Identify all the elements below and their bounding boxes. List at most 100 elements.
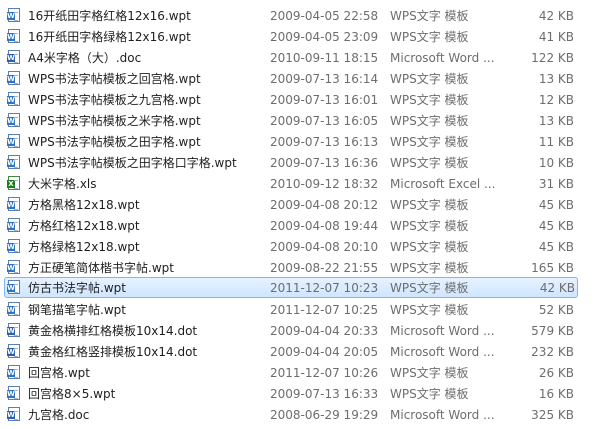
file-row[interactable]: W 回宫格.wpt 2011-12-07 10:26 WPS文字 模板 26 KB xyxy=(0,362,600,383)
file-date-modified: 2011-12-07 10:23 xyxy=(270,280,379,295)
file-row[interactable]: W 方格红格12x18.wpt 2009-04-08 19:44 WPS文字 模板 45… xyxy=(0,215,600,236)
file-size: 11 KB xyxy=(538,134,574,149)
file-date-modified: 2009-07-13 16:33 xyxy=(270,386,379,401)
wps-document-icon: W xyxy=(7,260,20,274)
file-date-modified: 2009-04-08 19:44 xyxy=(270,218,379,233)
file-size: 52 KB xyxy=(538,302,574,317)
file-type: WPS文字 模板 xyxy=(390,387,469,401)
file-size: 13 KB xyxy=(538,71,574,86)
file-type: WPS文字 模板 xyxy=(390,93,469,107)
file-type: WPS文字 模板 xyxy=(390,281,469,295)
file-size: 31 KB xyxy=(538,176,574,191)
file-date-modified: 2009-04-04 20:33 xyxy=(270,323,379,338)
file-name: 方格红格12x18.wpt xyxy=(28,219,140,233)
file-row[interactable]: W 方格黑格12x18.wpt 2009-04-08 20:12 WPS文字 模板 45… xyxy=(0,194,600,215)
file-name: 黄金格横排红格模板10x14.dot xyxy=(28,324,198,338)
file-size: 122 KB xyxy=(531,50,574,65)
file-row[interactable]: X 大米字格.xls 2010-09-12 18:32 Microsoft Excel… xyxy=(0,173,600,194)
file-row[interactable]: W WPS书法字帖模板之米字格.wpt 2009-07-13 16:05 WPS文字 … xyxy=(0,110,600,131)
file-size: 45 KB xyxy=(538,218,574,233)
file-row[interactable]: W 九宫格.doc 2008-06-29 19:29 Microsoft Word .… xyxy=(0,404,600,425)
wps-document-icon: W xyxy=(7,365,20,379)
file-type: WPS文字 模板 xyxy=(390,219,469,233)
file-row[interactable]: W WPS书法字帖模板之九宫格.wpt 2009-07-13 16:01 WPS文字 … xyxy=(0,89,600,110)
wps-document-icon: W xyxy=(7,386,20,400)
file-date-modified: 2009-08-22 21:55 xyxy=(270,260,379,275)
file-row[interactable]: W 16开纸田字格绿格12x16.wpt 2009-04-05 23:09 WPS文字… xyxy=(0,26,600,47)
file-date-modified: 2009-07-13 16:14 xyxy=(270,71,379,86)
file-list: W 16开纸田字格红格12x16.wpt 2009-04-05 22:58 WPS文字… xyxy=(0,0,600,429)
word-document-icon: W xyxy=(7,50,20,64)
file-name: 方格黑格12x18.wpt xyxy=(28,198,140,212)
file-date-modified: 2009-04-04 20:05 xyxy=(270,344,379,359)
file-row[interactable]: W 方正硬笔简体楷书字帖.wpt 2009-08-22 21:55 WPS文字 模板 1… xyxy=(0,257,600,278)
file-size: 10 KB xyxy=(538,155,574,170)
file-row[interactable]: W 仿古书法字帖.wpt 2011-12-07 10:23 WPS文字 模板 42 KB xyxy=(4,277,578,298)
file-name: 回宫格.wpt xyxy=(28,366,90,380)
file-type: WPS文字 模板 xyxy=(390,198,469,212)
word-document-icon: W xyxy=(7,344,20,358)
wps-document-icon: W xyxy=(7,113,20,127)
file-row[interactable]: W WPS书法字帖模板之田字格口字格.wpt 2009-07-13 16:36 WPS… xyxy=(0,152,600,173)
file-date-modified: 2009-07-13 16:13 xyxy=(270,134,379,149)
file-size: 26 KB xyxy=(538,365,574,380)
word-document-icon: W xyxy=(7,407,20,421)
file-type: WPS文字 模板 xyxy=(390,156,469,170)
file-row[interactable]: W 方格绿格12x18.wpt 2009-04-08 20:10 WPS文字 模板 45… xyxy=(0,236,600,257)
file-name: 九宫格.doc xyxy=(28,408,90,422)
file-date-modified: 2009-07-13 16:05 xyxy=(270,113,379,128)
file-row[interactable]: W 黄金格横排红格模板10x14.dot 2009-04-04 20:33 Micro… xyxy=(0,320,600,341)
file-row[interactable]: W 黄金格红格竖排模板10x14.dot 2009-04-04 20:05 Micro… xyxy=(0,341,600,362)
file-name: WPS书法字帖模板之回宫格.wpt xyxy=(28,72,201,86)
word-document-icon: W xyxy=(7,323,20,337)
file-date-modified: 2009-07-13 16:36 xyxy=(270,155,379,170)
file-size: 42 KB xyxy=(538,8,574,23)
file-date-modified: 2011-12-07 10:26 xyxy=(270,365,379,380)
wps-document-icon: W xyxy=(7,218,20,232)
file-name: 方格绿格12x18.wpt xyxy=(28,240,140,254)
file-name: WPS书法字帖模板之米字格.wpt xyxy=(28,114,201,128)
file-type: WPS文字 模板 xyxy=(390,30,469,44)
file-row[interactable]: W 16开纸田字格红格12x16.wpt 2009-04-05 22:58 WPS文字… xyxy=(0,5,600,26)
file-name: 16开纸田字格绿格12x16.wpt xyxy=(28,30,191,44)
file-name: A4米字格（大）.doc xyxy=(28,51,142,65)
file-size: 579 KB xyxy=(531,323,574,338)
file-type: WPS文字 模板 xyxy=(390,261,469,275)
file-date-modified: 2009-04-08 20:12 xyxy=(270,197,379,212)
file-name: 仿古书法字帖.wpt xyxy=(28,281,126,295)
file-size: 13 KB xyxy=(538,113,574,128)
file-date-modified: 2009-04-05 22:58 xyxy=(270,8,379,23)
file-date-modified: 2009-04-05 23:09 xyxy=(270,29,379,44)
file-type: WPS文字 模板 xyxy=(390,72,469,86)
file-row[interactable]: W WPS书法字帖模板之回宫格.wpt 2009-07-13 16:14 WPS文字 … xyxy=(0,68,600,89)
file-name: WPS书法字帖模板之九宫格.wpt xyxy=(28,93,201,107)
file-type: WPS文字 模板 xyxy=(390,303,469,317)
wps-document-icon: W xyxy=(7,71,20,85)
file-size: 16 KB xyxy=(538,386,574,401)
wps-document-icon: W xyxy=(7,29,20,43)
file-size: 12 KB xyxy=(538,92,574,107)
file-type: Microsoft Word ... xyxy=(390,407,495,422)
file-name: 16开纸田字格红格12x16.wpt xyxy=(28,9,191,23)
file-size: 41 KB xyxy=(538,29,574,44)
file-row[interactable]: W WPS书法字帖模板之田字格.wpt 2009-07-13 16:13 WPS文字 … xyxy=(0,131,600,152)
file-name: WPS书法字帖模板之田字格.wpt xyxy=(28,135,201,149)
wps-document-icon: W xyxy=(7,280,20,294)
file-row[interactable]: W 回宫格8×5.wpt 2009-07-13 16:33 WPS文字 模板 16 KB xyxy=(0,383,600,404)
file-name: 钢笔描笔字帖.wpt xyxy=(28,303,126,317)
file-date-modified: 2008-06-29 19:29 xyxy=(270,407,379,422)
file-size: 45 KB xyxy=(538,197,574,212)
file-type: Microsoft Excel ... xyxy=(390,176,496,191)
file-type: WPS文字 模板 xyxy=(390,9,469,23)
file-date-modified: 2009-07-13 16:01 xyxy=(270,92,379,107)
file-row[interactable]: W A4米字格（大）.doc 2010-09-11 18:15 Microsoft W… xyxy=(0,47,600,68)
file-date-modified: 2009-04-08 20:10 xyxy=(270,239,379,254)
file-name: WPS书法字帖模板之田字格口字格.wpt xyxy=(28,156,237,170)
file-type: Microsoft Word ... xyxy=(390,323,495,338)
wps-document-icon: W xyxy=(7,197,20,211)
file-row[interactable]: W 钢笔描笔字帖.wpt 2011-12-07 10:25 WPS文字 模板 52 KB xyxy=(0,299,600,320)
wps-document-icon: W xyxy=(7,302,20,316)
file-date-modified: 2011-12-07 10:25 xyxy=(270,302,379,317)
wps-document-icon: W xyxy=(7,134,20,148)
file-type: WPS文字 模板 xyxy=(390,240,469,254)
